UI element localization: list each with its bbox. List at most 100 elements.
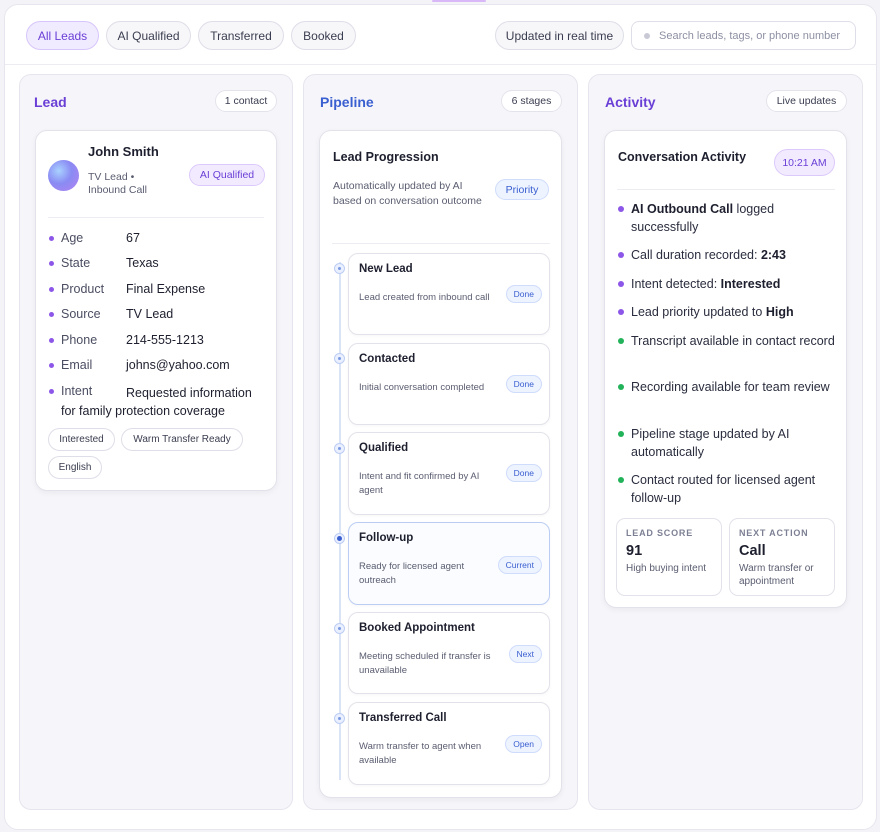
- contact-subtitle: TV Lead • Inbound Call: [88, 171, 147, 196]
- timeline-dot-icon: [334, 443, 345, 454]
- stage-status-badge: Done: [505, 375, 542, 393]
- next-action-card: NEXT ACTION Call Warm transfer or appoin…: [729, 518, 835, 596]
- activity-item: Intent detected: Interested: [631, 275, 836, 293]
- activity-bullet-icon: [618, 206, 624, 212]
- timeline-dot-current-icon: [334, 533, 345, 544]
- next-action-note: Warm transfer or appointment: [739, 563, 814, 587]
- timeline-dot-icon: [334, 713, 345, 724]
- activity-bullet-icon: [618, 309, 624, 315]
- field-label-email: Email: [61, 358, 93, 372]
- stage-title: Booked Appointment: [359, 622, 475, 634]
- stage-new-lead[interactable]: New Lead Lead created from inbound call …: [348, 253, 550, 335]
- stage-description: Initial conversation completed: [359, 382, 485, 393]
- stage-status-badge: Done: [505, 464, 542, 482]
- field-value-phone[interactable]: 214-555-1213: [126, 333, 204, 347]
- lead-count-badge: 1 contact: [215, 90, 277, 112]
- bullet-icon: [49, 312, 54, 317]
- top-accent: [432, 0, 486, 2]
- contact-card[interactable]: John Smith TV Lead • Inbound Call AI Qua…: [35, 130, 277, 491]
- search-icon: [644, 32, 650, 39]
- tag-interested[interactable]: Interested: [48, 428, 115, 451]
- activity-item: Call duration recorded: 2:43: [631, 246, 836, 264]
- stage-booked-appointment[interactable]: Booked Appointment Meeting scheduled if …: [348, 612, 550, 694]
- stage-description: Ready for licensed agent outreach: [359, 561, 465, 586]
- field-value-state: Texas: [126, 256, 159, 270]
- activity-item-text: Intent detected:: [631, 277, 721, 291]
- pipeline-timeline: [339, 262, 341, 780]
- field-label-age: Age: [61, 231, 84, 245]
- activity-item: Pipeline stage updated by AI automatical…: [631, 427, 790, 459]
- timestamp-badge: 10:21 AM: [774, 149, 835, 176]
- field-value-product: Final Expense: [126, 282, 206, 296]
- stage-title: Follow-up: [359, 532, 414, 544]
- activity-item: Lead priority updated to High: [631, 303, 836, 321]
- live-updates-badge: Live updates: [766, 90, 847, 112]
- activity-item-text: Lead priority updated to: [631, 305, 766, 319]
- activity-item-highlight: AI Outbound Call: [631, 202, 734, 216]
- activity-bullet-icon: [618, 477, 624, 483]
- stage-transferred-call[interactable]: Transferred Call Warm transfer to agent …: [348, 702, 550, 785]
- activity-item: Contact routed for licensed agent follow…: [631, 473, 816, 505]
- filter-all-leads[interactable]: All Leads: [26, 21, 99, 50]
- divider: [617, 189, 835, 190]
- activity-bullet-icon: [618, 384, 624, 390]
- stage-title: Transferred Call: [359, 712, 447, 724]
- activity-item-highlight: Interested: [720, 277, 781, 291]
- divider: [332, 243, 550, 244]
- stage-title: New Lead: [359, 263, 413, 275]
- field-label-product: Product: [61, 282, 105, 296]
- search-input[interactable]: [659, 29, 849, 42]
- field-label-phone: Phone: [61, 333, 98, 347]
- stage-count-badge: 6 stages: [501, 90, 562, 112]
- next-action-value: Call: [739, 543, 766, 559]
- pipeline-column-title: Pipeline: [320, 94, 374, 110]
- field-label-state: State: [61, 256, 91, 270]
- lead-score-value: 91: [626, 543, 643, 559]
- stage-description: Lead created from inbound call: [359, 292, 490, 303]
- stage-follow-up[interactable]: Follow-up Ready for licensed agent outre…: [348, 522, 550, 605]
- bullet-icon: [49, 363, 54, 368]
- stage-title: Contacted: [359, 353, 416, 365]
- field-value-age: 67: [126, 231, 140, 245]
- stage-status-badge: Next: [508, 645, 542, 663]
- next-action-label: NEXT ACTION: [739, 528, 809, 538]
- divider: [48, 217, 264, 218]
- contact-name: John Smith: [88, 144, 159, 159]
- timeline-dot-icon: [334, 353, 345, 364]
- filter-ai-qualified[interactable]: AI Qualified: [106, 21, 191, 50]
- lead-score-card: LEAD SCORE 91 High buying intent: [616, 518, 722, 596]
- activity-column-title: Activity: [605, 94, 656, 110]
- field-value-intent: Requested information for family protect…: [61, 386, 252, 418]
- activity-bullet-icon: [618, 431, 624, 437]
- timeline-dot-icon: [334, 263, 345, 274]
- stage-status-badge: Open: [505, 735, 542, 753]
- avatar: [48, 160, 79, 191]
- stage-status-badge: Done: [505, 285, 542, 303]
- lead-score-note: High buying intent: [626, 563, 707, 574]
- toolbar: All Leads AI Qualified Transferred Booke…: [5, 5, 876, 65]
- stage-description: Warm transfer to agent when available: [359, 741, 482, 766]
- activity-item-highlight: 2:43: [760, 248, 786, 262]
- activity-bullet-icon: [618, 338, 624, 344]
- stage-description: Meeting scheduled if transfer is unavail…: [359, 651, 491, 676]
- realtime-status-chip: Updated in real time: [495, 21, 624, 50]
- tag-warm-transfer-ready[interactable]: Warm Transfer Ready: [121, 428, 243, 451]
- activity-item: AI Outbound Call logged successfully: [631, 200, 836, 236]
- activity-item: Recording available for team review: [631, 380, 830, 394]
- tag-english[interactable]: English: [48, 456, 102, 479]
- pipeline-card-title: Lead Progression: [333, 150, 439, 164]
- stage-qualified[interactable]: Qualified Intent and fit confirmed by AI…: [348, 432, 550, 515]
- filter-booked[interactable]: Booked: [291, 21, 356, 50]
- filter-transferred[interactable]: Transferred: [198, 21, 284, 50]
- field-value-source: TV Lead: [126, 307, 174, 321]
- search-box[interactable]: [631, 21, 856, 50]
- stage-contacted[interactable]: Contacted Initial conversation completed…: [348, 343, 550, 425]
- bullet-icon: [49, 389, 54, 394]
- stage-description: Intent and fit confirmed by AI agent: [359, 471, 480, 496]
- bullet-icon: [49, 338, 54, 343]
- status-badge: AI Qualified: [189, 164, 265, 186]
- field-label-source: Source: [61, 307, 101, 321]
- pipeline-card-description: Automatically updated by AI based on con…: [333, 180, 482, 207]
- activity-card-title: Conversation Activity: [618, 150, 747, 164]
- field-value-email[interactable]: johns@yahoo.com: [126, 358, 230, 372]
